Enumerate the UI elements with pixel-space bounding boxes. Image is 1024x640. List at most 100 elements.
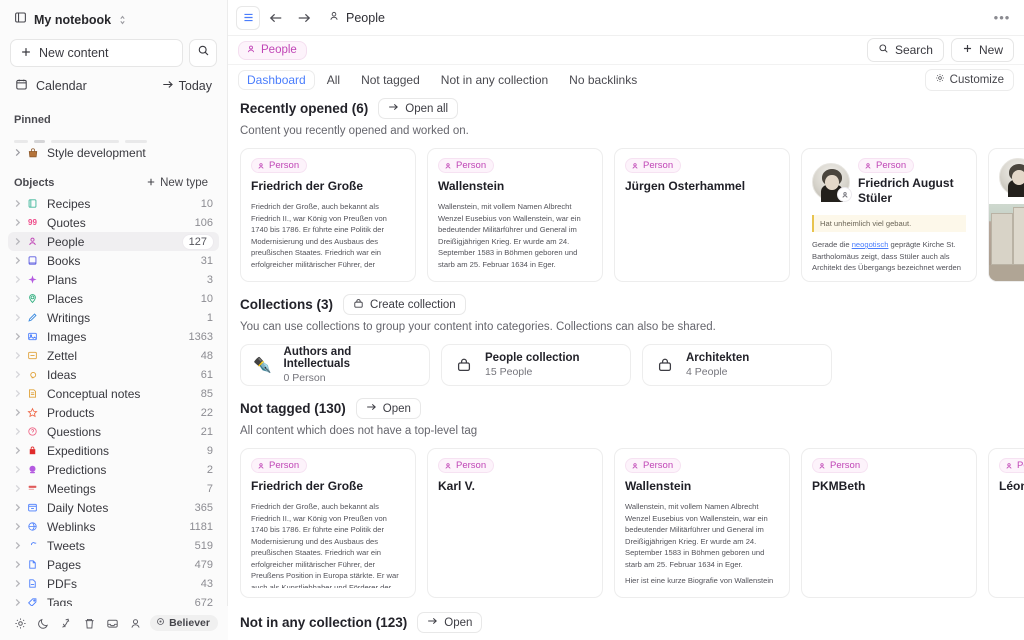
tab-all[interactable]: All: [318, 70, 349, 90]
pen-emoji-icon: ✒️: [252, 354, 274, 376]
chevron-right-icon[interactable]: [14, 237, 25, 246]
person-icon[interactable]: [125, 613, 145, 634]
sidebar-item-people[interactable]: People127: [8, 232, 219, 251]
pinned-scrolled-item: [14, 131, 213, 143]
sidebar-item-weblinks[interactable]: Weblinks1181: [8, 517, 219, 536]
chevron-right-icon[interactable]: [14, 427, 25, 436]
inbox-icon[interactable]: [102, 613, 122, 634]
back-button[interactable]: [264, 6, 288, 30]
open-all-button[interactable]: Open all: [378, 98, 458, 119]
trash-icon[interactable]: [79, 613, 99, 634]
chevron-right-icon[interactable]: [14, 484, 25, 493]
new-type-button[interactable]: New type: [141, 175, 213, 192]
card-karl-v[interactable]: Person Karl V.: [427, 448, 603, 598]
chevron-right-icon[interactable]: [14, 389, 25, 398]
chevron-right-icon[interactable]: [14, 370, 25, 379]
sidebar-item-pages[interactable]: Pages479: [8, 555, 219, 574]
chevron-right-icon[interactable]: [14, 465, 25, 474]
sidebar-item-books[interactable]: Books31: [8, 251, 219, 270]
card-leon-krier[interactable]: Person Léon Krier: [988, 448, 1024, 598]
gear-icon[interactable]: [10, 613, 30, 634]
sidebar-toggle-button[interactable]: [236, 6, 260, 30]
sidebar-item-products[interactable]: Products22: [8, 403, 219, 422]
tab-not-in-any-collection[interactable]: Not in any collection: [432, 70, 557, 90]
sidebar-item-plans[interactable]: Plans3: [8, 270, 219, 289]
collection-authors-and-intellectuals[interactable]: ✒️ Authors and Intellectuals 0 Person: [240, 344, 430, 386]
tab-dashboard[interactable]: Dashboard: [238, 70, 315, 90]
believer-badge[interactable]: Believer: [150, 615, 218, 631]
notebook-switcher[interactable]: My notebook: [10, 6, 217, 34]
chevron-right-icon[interactable]: [14, 256, 25, 265]
main-area: People ••• People: [228, 0, 1024, 640]
collection-architekten[interactable]: Architekten 4 People: [642, 344, 832, 386]
chevron-right-icon[interactable]: [14, 294, 25, 303]
sidebar-item-pdfs[interactable]: PDFs43: [8, 574, 219, 593]
sidebar-item-daily-notes[interactable]: Daily Notes365: [8, 498, 219, 517]
backpack-icon: [25, 443, 40, 458]
sidebar-item-writings[interactable]: Writings1: [8, 308, 219, 327]
sidebar-item-places[interactable]: Places10: [8, 289, 219, 308]
chevron-right-icon[interactable]: [14, 560, 25, 569]
inline-link[interactable]: neogotisch: [852, 240, 889, 249]
breadcrumb[interactable]: People: [328, 10, 385, 25]
search-button[interactable]: Search: [867, 38, 944, 62]
sidebar-item-predictions[interactable]: Predictions2: [8, 460, 219, 479]
create-collection-button[interactable]: Create collection: [343, 294, 466, 315]
sidebar-item-count: 48: [201, 350, 213, 362]
card-pkmbeth[interactable]: Person PKMBeth: [801, 448, 977, 598]
pinned-item-style-development[interactable]: Style development: [8, 143, 219, 162]
pinned-item-label: Style development: [47, 146, 146, 160]
new-content-button[interactable]: New content: [10, 39, 183, 67]
chevron-right-icon[interactable]: [14, 351, 25, 360]
tag-bar-actions: Search New: [867, 38, 1014, 62]
card-friedrich-august-stueler[interactable]: Person Friedrich August Stüler Hat unhei…: [801, 148, 977, 282]
new-button[interactable]: New: [951, 38, 1014, 62]
chevron-right-icon[interactable]: [14, 408, 25, 417]
sidebar-item-recipes[interactable]: Recipes10: [8, 194, 219, 213]
chevron-right-icon[interactable]: [14, 148, 25, 157]
chevron-right-icon[interactable]: [14, 218, 25, 227]
sidebar-item-meetings[interactable]: Meetings7: [8, 479, 219, 498]
chevron-right-icon[interactable]: [14, 275, 25, 284]
chevron-right-icon[interactable]: [14, 199, 25, 208]
tab-not-tagged[interactable]: Not tagged: [352, 70, 429, 90]
sparkle-icon: [25, 272, 40, 287]
card-friedrich-der-grosse[interactable]: Person Friedrich der Große Friedrich der…: [240, 148, 416, 282]
chevron-right-icon[interactable]: [14, 332, 25, 341]
sidebar-item-conceptual-notes[interactable]: Conceptual notes85: [8, 384, 219, 403]
chevron-right-icon[interactable]: [14, 446, 25, 455]
forward-button[interactable]: [292, 6, 316, 30]
badge-label: Person: [643, 160, 673, 171]
open-not-in-collection-button[interactable]: Open: [417, 612, 482, 633]
sidebar-item-tweets[interactable]: Tweets519: [8, 536, 219, 555]
chevron-right-icon[interactable]: [14, 541, 25, 550]
open-not-tagged-button[interactable]: Open: [356, 398, 421, 419]
sidebar-item-images[interactable]: Images1363: [8, 327, 219, 346]
shortcut-icon[interactable]: [56, 613, 76, 634]
sidebar-item-expeditions[interactable]: Expeditions9: [8, 441, 219, 460]
sidebar-item-ideas[interactable]: Ideas61: [8, 365, 219, 384]
card-friedrich-der-grosse-2[interactable]: Person Friedrich der Große Friedrich der…: [240, 448, 416, 598]
chevron-right-icon[interactable]: [14, 522, 25, 531]
collection-people-collection[interactable]: People collection 15 People: [441, 344, 631, 386]
chevron-right-icon[interactable]: [14, 579, 25, 588]
sidebar-item-zettel[interactable]: Zettel48: [8, 346, 219, 365]
sidebar-search-button[interactable]: [189, 39, 217, 67]
card-wallenstein-2[interactable]: Person Wallenstein Wallenstein, mit voll…: [614, 448, 790, 598]
more-options-button[interactable]: •••: [990, 6, 1014, 30]
avatar: [999, 158, 1024, 196]
calendar-today-button[interactable]: Today: [162, 79, 212, 93]
moon-icon[interactable]: [33, 613, 53, 634]
sidebar-item-quotes[interactable]: 99Quotes106: [8, 213, 219, 232]
card-heinrich[interactable]: Per Heinric: [988, 148, 1024, 282]
chevron-right-icon[interactable]: [14, 503, 25, 512]
tag-pill-people[interactable]: People: [238, 41, 307, 60]
card-wallenstein[interactable]: Person Wallenstein Wallenstein, mit voll…: [427, 148, 603, 282]
card-juergen-osterhammel[interactable]: Person Jürgen Osterhammel: [614, 148, 790, 282]
chevron-right-icon[interactable]: [14, 313, 25, 322]
tab-no-backlinks[interactable]: No backlinks: [560, 70, 646, 90]
calendar-row[interactable]: Calendar Today: [10, 72, 217, 100]
sidebar-item-questions[interactable]: Questions21: [8, 422, 219, 441]
not-in-collection-header: Not in any collection (123) Open: [228, 612, 1024, 633]
customize-button[interactable]: Customize: [925, 69, 1014, 91]
